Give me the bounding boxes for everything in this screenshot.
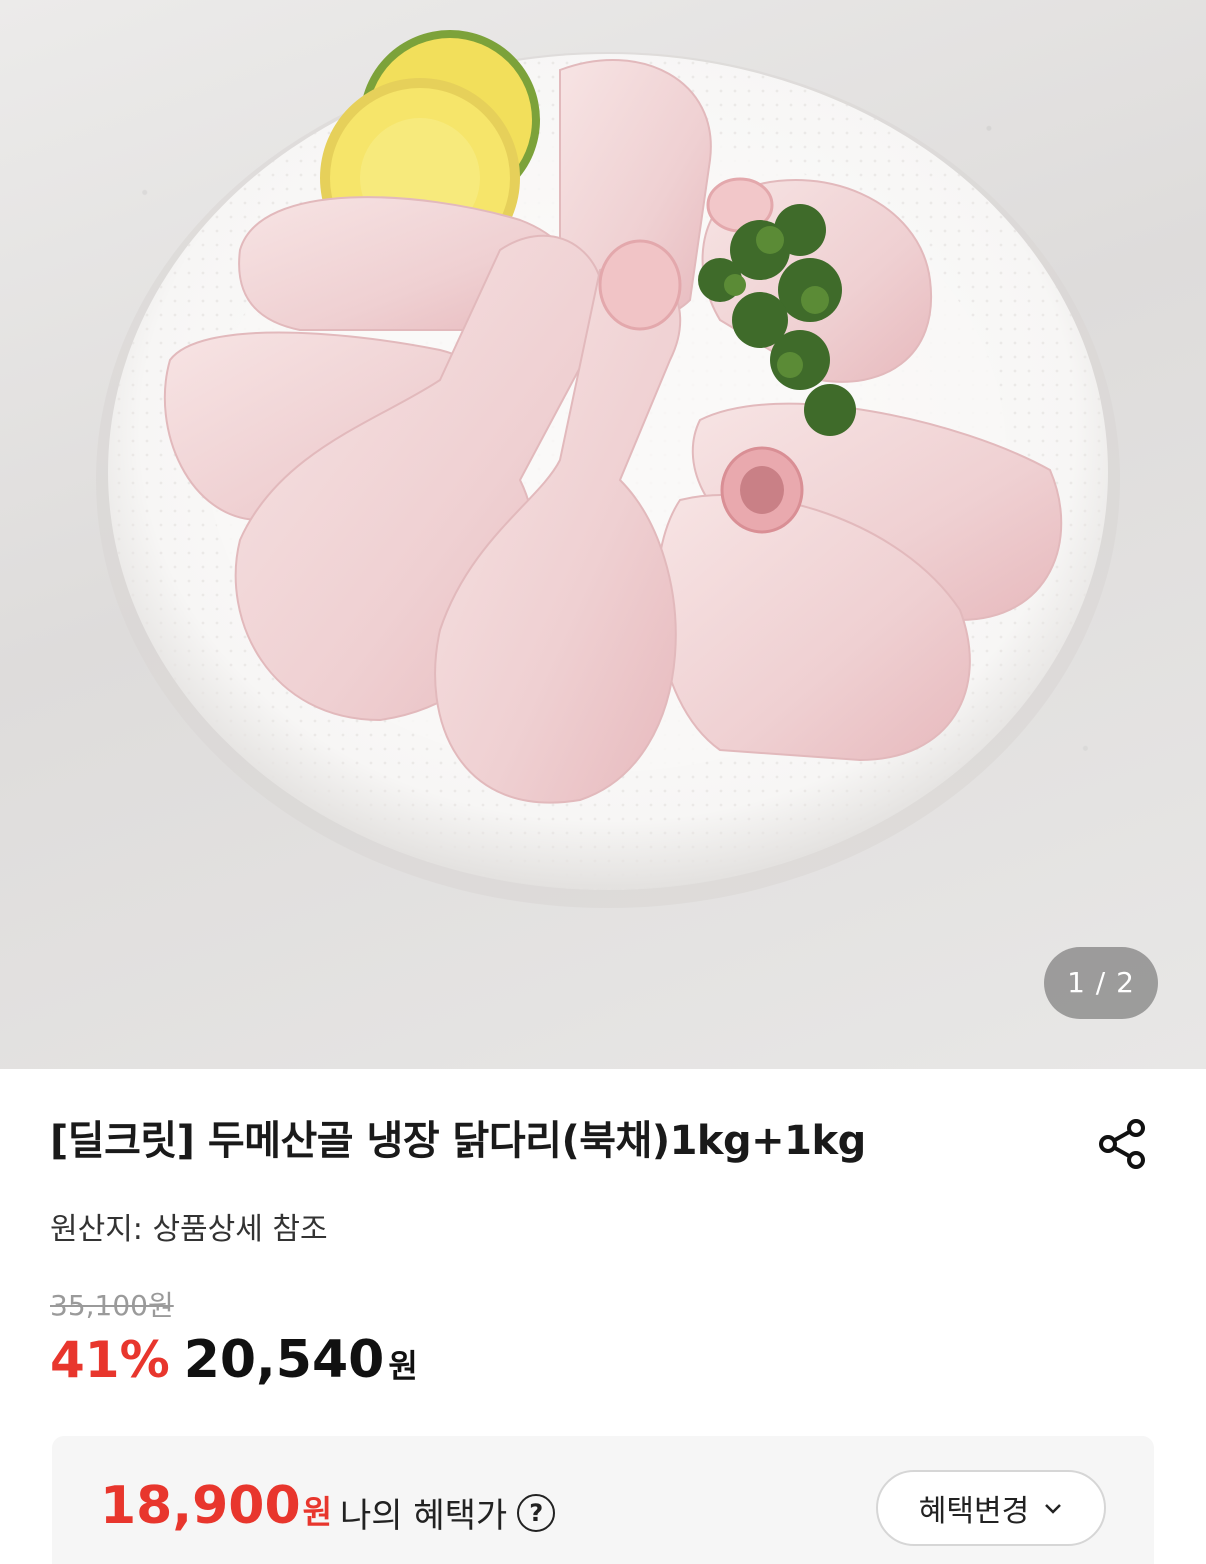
benefit-price: 18,900 원 bbox=[100, 1476, 332, 1536]
question-circle-icon[interactable]: ? bbox=[517, 1493, 556, 1532]
benefit-price-currency: 원 bbox=[302, 1493, 333, 1531]
benefit-price-box: 18,900 원 나의 혜택가 ? 혜택변경 bbox=[52, 1436, 1154, 1564]
price-row: 41% 20,540 원 bbox=[50, 1330, 418, 1390]
benefit-price-value: 18,900 bbox=[100, 1476, 301, 1536]
change-benefit-button[interactable]: 혜택변경 bbox=[876, 1470, 1106, 1546]
benefit-label-text: 나의 혜택가 bbox=[340, 1496, 508, 1536]
sale-price-currency: 원 bbox=[388, 1347, 418, 1385]
product-image-gallery[interactable]: 1 / 2 bbox=[0, 0, 1206, 1069]
change-benefit-label: 혜택변경 bbox=[918, 1494, 1030, 1529]
original-price: 35,100원 bbox=[50, 1289, 174, 1322]
origin-info: 원산지: 상품상세 참조 bbox=[50, 1212, 328, 1247]
product-photo bbox=[96, 30, 1120, 908]
discount-rate: 41% bbox=[50, 1331, 170, 1389]
product-title: [딜크릿] 두메산골 냉장 닭다리(북채)1kg+1kg bbox=[50, 1118, 866, 1164]
share-icon bbox=[1099, 1119, 1145, 1169]
image-pager: 1 / 2 bbox=[1044, 947, 1158, 1019]
share-button[interactable] bbox=[1090, 1112, 1154, 1176]
chevron-down-icon bbox=[1043, 1501, 1063, 1515]
sale-price: 20,540 bbox=[183, 1330, 385, 1390]
benefit-label: 나의 혜택가 ? bbox=[340, 1488, 556, 1537]
